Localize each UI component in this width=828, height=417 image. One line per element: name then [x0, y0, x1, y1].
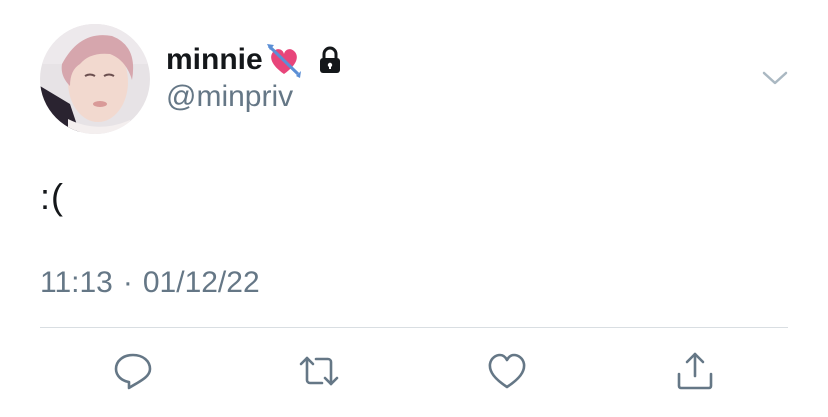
tweet-time: 11:13: [40, 266, 113, 299]
tweet-timestamp[interactable]: 11:13 · 01/12/22: [40, 266, 260, 300]
tweet-text: :(: [40, 176, 64, 217]
display-name: minnie: [166, 43, 263, 76]
lock-icon: [315, 45, 345, 75]
retweet-button[interactable]: [298, 350, 340, 392]
action-bar: [0, 350, 828, 394]
reply-button[interactable]: [112, 350, 154, 392]
user-handle[interactable]: @minpriv: [166, 80, 293, 114]
share-icon: [677, 352, 713, 390]
display-name-row[interactable]: minnie: [166, 40, 345, 80]
heart-icon: [488, 353, 526, 389]
chevron-down-icon[interactable]: [760, 66, 790, 90]
tweet-card: minnie @minpriv :( 11:13 · 01/12/22: [0, 0, 828, 417]
divider: [40, 327, 788, 328]
like-button[interactable]: [486, 350, 528, 392]
share-button[interactable]: [674, 350, 716, 392]
reply-icon: [114, 353, 152, 390]
meta-separator: ·: [122, 266, 133, 299]
avatar[interactable]: [40, 24, 150, 134]
tweet-date: 01/12/22: [142, 266, 260, 299]
heart-with-arrow-emoji-icon: [265, 41, 303, 79]
retweet-icon: [299, 356, 339, 386]
